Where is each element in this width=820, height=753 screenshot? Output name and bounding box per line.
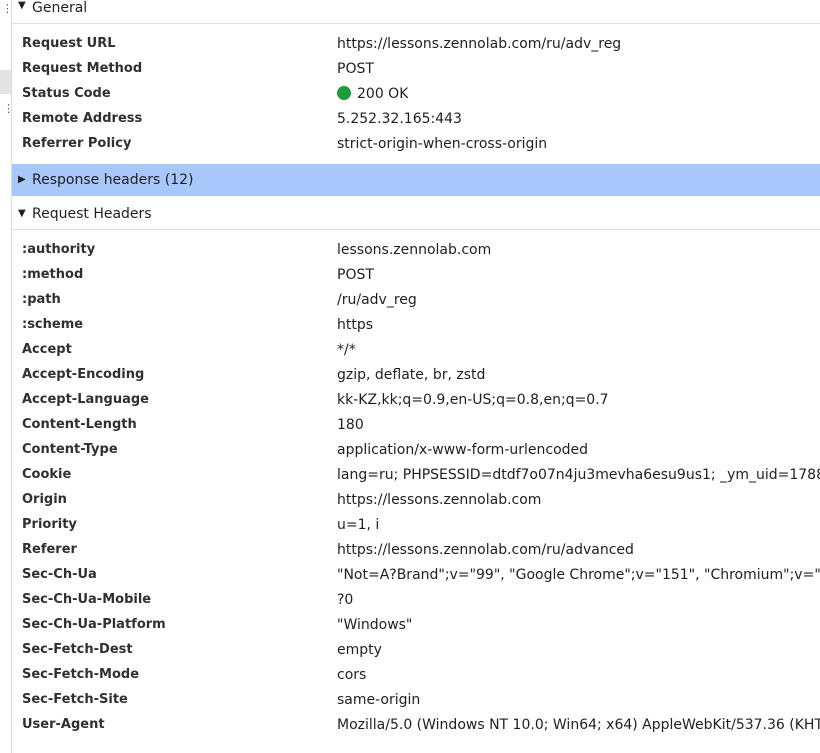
header-value[interactable]: cors [337,667,366,683]
header-value[interactable]: 180 [337,417,364,433]
header-value[interactable]: 200 OK [337,85,409,102]
header-value[interactable]: "Not=A?Brand";v="99", "Google Chrome";v=… [337,567,820,583]
header-row: Content-Length 180 [12,412,820,437]
header-row: Accept */* [12,337,820,362]
header-row: User-Agent Mozilla/5.0 (Windows NT 10.0; … [12,712,820,737]
header-row: Accept-Encoding gzip, deflate, br, zstd [12,362,820,387]
general-section-title: General [32,0,88,16]
header-row: Sec-Fetch-Dest empty [12,637,820,662]
header-name: :path [22,292,61,307]
header-name: Referrer Policy [22,136,132,151]
header-value[interactable]: strict-origin-when-cross-origin [337,136,547,152]
header-value[interactable]: lang=ru; PHPSESSID=dtdf7o07n4ju3mevha6es… [337,467,820,483]
header-row: Status Code 200 OK [12,81,820,106]
header-row: :authority lessons.zennolab.com [12,237,820,262]
header-row: Sec-Ch-Ua-Platform "Windows" [12,612,820,637]
header-value[interactable]: u=1, i [337,517,379,533]
header-name: Sec-Ch-Ua-Mobile [22,592,152,607]
selected-request-row[interactable] [0,70,11,94]
header-value[interactable]: https://lessons.zennolab.com [337,492,541,508]
header-value[interactable]: Mozilla/5.0 (Windows NT 10.0; Win64; x64… [337,717,820,733]
triangle-down-icon: ▼ [18,208,26,219]
header-value[interactable]: application/x-www-form-urlencoded [337,442,588,458]
response-headers-section-header[interactable]: ▶ Response headers (12) [12,164,820,196]
header-row: Content-Type application/x-www-form-urlen… [12,437,820,462]
header-row: :method POST [12,262,820,287]
request-headers-title: Request Headers [32,205,152,222]
header-value[interactable]: https [337,317,373,333]
header-name: :authority [22,242,96,257]
header-row: Cookie lang=ru; PHPSESSID=dtdf7o07n4ju3me… [12,462,820,487]
status-ok-icon [337,85,351,100]
header-name: Accept-Language [22,392,149,407]
header-name: Sec-Ch-Ua [22,567,97,582]
header-name: Content-Type [22,442,118,457]
status-code-text: 200 OK [357,85,409,102]
header-row: Sec-Ch-Ua "Not=A?Brand";v="99", "Google C… [12,562,820,587]
header-value[interactable]: gzip, deflate, br, zstd [337,367,485,383]
header-row: Request Method POST [12,56,820,81]
header-name: :method [22,267,84,282]
header-name: Sec-Fetch-Mode [22,667,140,682]
header-name: Accept [22,342,72,357]
header-name: Sec-Ch-Ua-Platform [22,617,166,632]
general-section-header[interactable]: ▼ General [12,0,820,24]
triangle-right-icon: ▶ [18,174,26,185]
header-value[interactable]: same-origin [337,692,420,708]
header-name: Request URL [22,36,116,51]
header-row: Remote Address 5.252.32.165:443 [12,106,820,131]
header-name: Priority [22,517,77,532]
header-name: Content-Length [22,417,137,432]
header-value[interactable]: POST [337,267,374,283]
header-row: Request URL https://lessons.zennolab.com/… [12,31,820,56]
header-value[interactable]: */* [337,342,356,358]
headers-pane: ▼ General Request URL https://lessons.zen… [12,0,820,753]
header-row: Accept-Language kk-KZ,kk;q=0.9,en-US;q=0.… [12,387,820,412]
header-value[interactable]: "Windows" [337,617,412,633]
triangle-down-icon: ▼ [18,0,26,11]
header-name: Referer [22,542,77,557]
request-headers-section-header[interactable]: ▼ Request Headers [12,198,820,230]
header-name: Status Code [22,86,111,101]
header-value[interactable]: ?0 [337,592,353,608]
header-value[interactable]: empty [337,642,382,658]
header-row: Origin https://lessons.zennolab.com [12,487,820,512]
left-panel-strip: ⋮ ⋮ [0,0,14,753]
header-name: :scheme [22,317,84,332]
header-value[interactable]: /ru/adv_reg [337,292,417,308]
header-name: Request Method [22,61,143,76]
header-name: Cookie [22,467,72,482]
header-value[interactable]: POST [337,61,374,77]
header-row: :path/ru/adv_reg [12,287,820,312]
header-name: Sec-Fetch-Dest [22,642,133,657]
general-rows: Request URL https://lessons.zennolab.com/… [12,24,820,164]
header-row: Sec-Ch-Ua-Mobile ?0 [12,587,820,612]
header-name: Accept-Encoding [22,367,145,382]
header-name: Remote Address [22,111,143,126]
header-value[interactable]: lessons.zennolab.com [337,242,491,258]
header-name: Sec-Fetch-Site [22,692,128,707]
header-row: Sec-Fetch-Mode cors [12,662,820,687]
header-value[interactable]: 5.252.32.165:443 [337,111,462,127]
header-value[interactable]: https://lessons.zennolab.com/ru/advanced [337,542,634,558]
header-row: Referrer Policy strict-origin-when-cross-… [12,131,820,156]
header-value[interactable]: https://lessons.zennolab.com/ru/adv_reg [337,36,621,52]
header-row: Referer https://lessons.zennolab.com/ru/a… [12,537,820,562]
request-headers-rows: :authority lessons.zennolab.com :method POS… [12,230,820,745]
header-row: :scheme https [12,312,820,337]
header-row: Priority u=1, i [12,512,820,537]
header-value[interactable]: kk-KZ,kk;q=0.9,en-US;q=0.8,en;q=0.7 [337,392,609,408]
header-name: User-Agent [22,717,105,732]
response-headers-title: Response headers (12) [32,171,194,188]
header-row: Sec-Fetch-Site same-origin [12,687,820,712]
header-name: Origin [22,492,67,507]
